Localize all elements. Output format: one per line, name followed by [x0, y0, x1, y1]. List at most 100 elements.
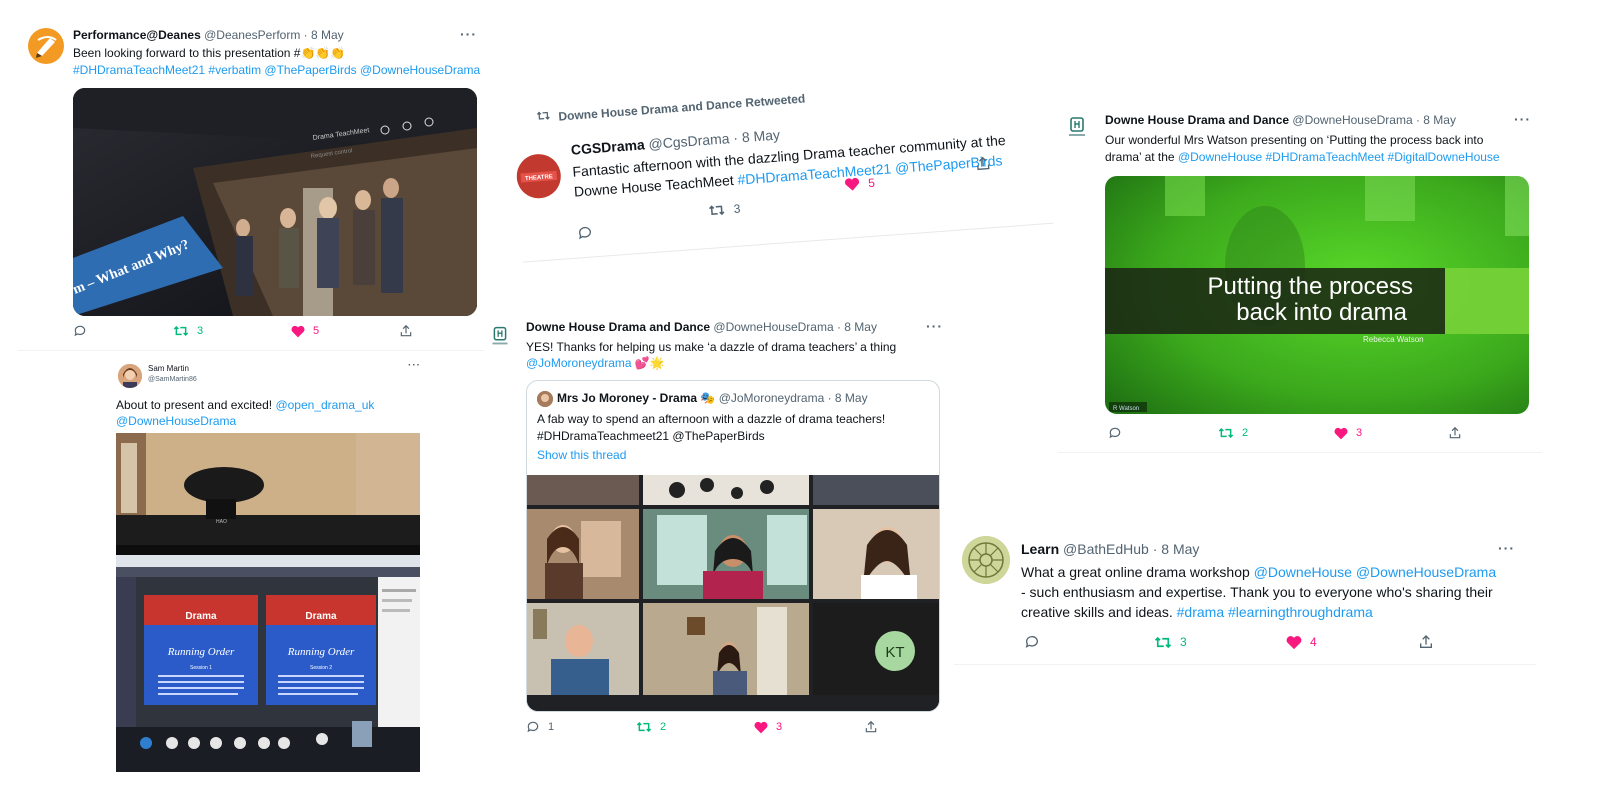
quote-tweet[interactable]: Mrs Jo Moroney - Drama 🎭 @JoMoroneydrama…	[526, 380, 940, 712]
retweet-button[interactable]: 3	[707, 202, 741, 218]
tweet-actions: 3 4	[1024, 634, 1444, 650]
retweeted-by[interactable]: Downe House Drama and Dance Retweeted	[536, 91, 806, 126]
more-options-icon[interactable]: ···	[460, 26, 477, 42]
svg-text:HAO: HAO	[216, 519, 227, 525]
quote-author-name[interactable]: Mrs Jo Moroney - Drama	[557, 391, 697, 405]
reply-button[interactable]	[73, 324, 173, 338]
reply-button[interactable]: 1	[526, 720, 636, 734]
tweet-learn[interactable]: Learn @BathEdHub · 8 May ··· What a grea…	[954, 528, 1536, 666]
like-count: 4	[1310, 635, 1317, 649]
like-button[interactable]: 5	[844, 176, 875, 192]
tweet-hashtags[interactable]: #drama #learningthroughdrama	[1177, 604, 1373, 620]
retweet-button[interactable]: 2	[1218, 426, 1334, 440]
laptop-webcam-photo: HAO Drama Running Order Session 1 Drama	[116, 433, 420, 772]
avatar[interactable]	[1062, 112, 1092, 142]
reply-button[interactable]	[576, 224, 593, 241]
mention-open-drama[interactable]: @open_drama_uk	[275, 398, 374, 412]
slide-1-title: Drama	[185, 611, 217, 622]
avatar[interactable]: THEATRE	[515, 152, 563, 200]
tweet-text-line-1: YES! Thanks for helping us make ‘a dazzl…	[526, 340, 897, 354]
reply-icon	[527, 721, 539, 733]
profile-photo-icon	[537, 391, 553, 407]
tweet-hashtags[interactable]: @DowneHouse #DHDramaTeachMeet #DigitalDo…	[1178, 150, 1500, 164]
more-options-icon[interactable]: ···	[408, 360, 421, 371]
share-icon	[400, 324, 412, 337]
share-button[interactable]	[974, 155, 991, 172]
show-thread-link[interactable]: Show this thread	[537, 448, 626, 462]
author-handle[interactable]: @CgsDrama · 8 May	[648, 126, 781, 152]
slide-1-session: Session 1	[190, 665, 212, 671]
mention-downe-house-drama[interactable]: @DowneHouseDrama	[116, 414, 236, 428]
author-name[interactable]: Sam Martin	[148, 364, 189, 373]
retweet-button[interactable]: 3	[1154, 635, 1286, 650]
more-options-icon[interactable]: ···	[1498, 540, 1515, 556]
share-button[interactable]	[864, 720, 878, 734]
tweet-mentions[interactable]: @DowneHouse @DowneHouseDrama	[1254, 564, 1496, 580]
tweet-text-line-2: drama’ at the	[1105, 150, 1178, 164]
tweet-media-photo[interactable]: Drama TeachMeet Request control m – What…	[73, 88, 477, 316]
mention-jo-moroney[interactable]: @JoMoroneydrama	[526, 356, 632, 370]
kt-initials: KT	[885, 644, 904, 661]
author-name[interactable]: CGSDrama	[570, 136, 645, 157]
author-name[interactable]: Performance@Deanes	[73, 28, 201, 42]
retweet-button[interactable]: 3	[173, 324, 291, 338]
like-button[interactable]: 3	[1334, 427, 1448, 440]
author-name[interactable]: Downe House Drama and Dance	[1105, 113, 1289, 127]
avatar[interactable]	[486, 322, 514, 350]
like-button[interactable]: 5	[291, 325, 399, 338]
masks-emoji-icon: 🎭	[700, 391, 716, 405]
tweet-performance-deanes[interactable]: Performance@Deanes @DeanesPerform · 8 Ma…	[18, 20, 490, 350]
tweet-sam-martin[interactable]: Sam Martin @SamMartin86 ··· About to pre…	[112, 360, 430, 772]
author-handle[interactable]: @DowneHouseDrama · 8 May	[1292, 113, 1456, 127]
quote-author-handle[interactable]: @JoMoroneydrama · 8 May	[719, 391, 868, 405]
like-button[interactable]: 4	[1286, 635, 1418, 650]
tweet-hashtags[interactable]: #DHDramaTeachMeet21 #verbatim @ThePaperB…	[73, 63, 480, 77]
heart-icon	[754, 721, 768, 733]
slide-title-line-2: back into drama	[1236, 299, 1407, 326]
author-name[interactable]: Downe House Drama and Dance	[526, 320, 710, 334]
theatre-logo-icon: THEATRE	[516, 154, 561, 199]
like-button[interactable]: 3	[754, 721, 864, 734]
avatar[interactable]	[962, 536, 1010, 584]
tweet-downehouse-dazzle[interactable]: Downe House Drama and Dance @DowneHouseD…	[484, 316, 948, 744]
avatar[interactable]	[118, 364, 142, 388]
author-handle[interactable]: @DowneHouseDrama · 8 May	[713, 320, 877, 334]
author-handle[interactable]: @DeanesPerform · 8 May	[204, 28, 344, 42]
slide-presenter: Rebecca Watson	[1363, 335, 1424, 344]
retweet-icon	[709, 205, 725, 216]
retweet-count: 3	[1180, 635, 1187, 649]
tweet-media-slide[interactable]: Putting the process back into drama Rebe…	[1105, 176, 1529, 414]
divider	[954, 664, 1536, 665]
like-count: 5	[313, 325, 320, 337]
tweet-downehouse-watson[interactable]: Downe House Drama and Dance @DowneHouseD…	[1058, 104, 1542, 452]
slide-title-line-1: Putting the process	[1208, 273, 1413, 300]
tweet-cgsdrama[interactable]: Downe House Drama and Dance Retweeted TH…	[512, 73, 1054, 263]
share-button[interactable]	[1418, 634, 1434, 650]
tweet-actions: 3 5	[73, 324, 423, 338]
reply-button[interactable]	[1108, 426, 1218, 440]
slide-corner-label: R Watson	[1113, 406, 1139, 412]
share-icon	[1420, 635, 1432, 648]
green-slide-photo: Putting the process back into drama Rebe…	[1105, 176, 1529, 414]
reply-count: 1	[548, 721, 555, 733]
more-options-icon[interactable]: ···	[926, 318, 943, 334]
zoom-grid-photo[interactable]: KT	[527, 475, 939, 711]
reply-button[interactable]	[1024, 634, 1154, 650]
tweet-media-photo[interactable]: HAO Drama Running Order Session 1 Drama	[116, 433, 420, 772]
tweet-actions: 2 3	[1108, 426, 1528, 440]
author-handle[interactable]: @BathEdHub · 8 May	[1063, 541, 1199, 557]
share-button[interactable]	[399, 324, 413, 338]
author-name[interactable]: Learn	[1021, 541, 1059, 557]
tweet-text-line-2: - such enthusiasm and expertise. Thank y…	[1021, 584, 1493, 600]
reply-icon	[1025, 636, 1038, 648]
retweet-icon	[636, 721, 652, 733]
like-count: 3	[776, 721, 783, 733]
quote-avatar[interactable]	[537, 391, 553, 407]
avatar[interactable]	[28, 28, 64, 64]
heart-icon	[1334, 427, 1348, 439]
more-options-icon[interactable]: ···	[1514, 111, 1531, 127]
share-button[interactable]	[1448, 426, 1462, 440]
slide-2-session: Session 2	[310, 665, 332, 671]
retweet-button[interactable]: 2	[636, 720, 754, 734]
author-handle[interactable]: @SamMartin86	[148, 376, 197, 383]
